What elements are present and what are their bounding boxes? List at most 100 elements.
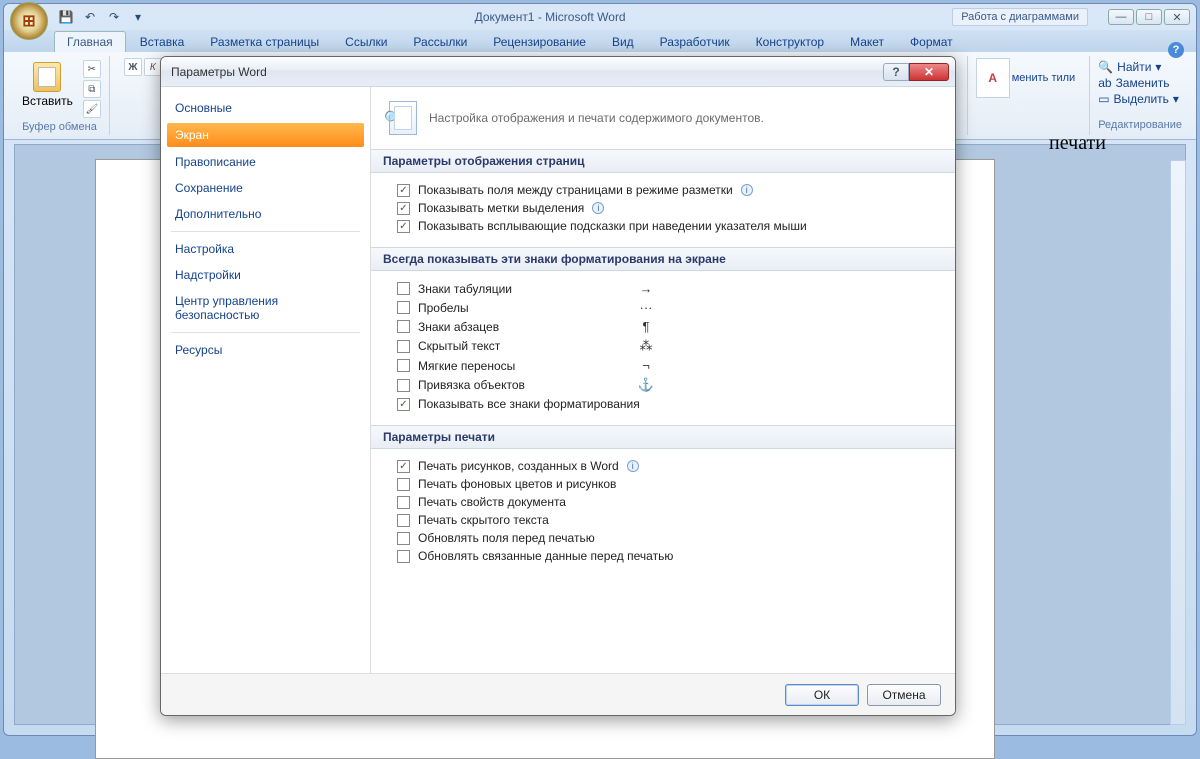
symbol-preview: ⁂ [626,338,666,354]
checkbox[interactable] [397,220,410,233]
option-row: Печать фоновых цветов и рисунков [397,475,941,493]
select-button[interactable]: ▭Выделить▾ [1098,92,1182,106]
checkbox[interactable] [397,550,410,563]
checkbox[interactable] [397,478,410,491]
info-icon[interactable]: i [741,184,753,196]
option-label[interactable]: Печать скрытого текста [418,513,549,527]
checkbox[interactable] [397,202,410,215]
replace-button[interactable]: abЗаменить [1098,76,1182,90]
option-label[interactable]: Скрытый текст [418,339,618,353]
option-label[interactable]: Знаки абзацев [418,320,618,334]
checkbox[interactable] [397,532,410,545]
office-button[interactable]: ⊞ [10,2,48,40]
sidebar-item-4[interactable]: Дополнительно [161,201,370,227]
window-controls: — □ ✕ [1108,9,1190,25]
ribbon-tab-0[interactable]: Главная [54,31,126,52]
dialog-sidebar: ОсновныеЭкранПравописаниеСохранениеДопол… [161,87,371,673]
undo-icon[interactable]: ↶ [80,7,100,27]
option-label[interactable]: Привязка объектов [418,378,618,392]
vertical-scrollbar[interactable] [1170,160,1186,725]
format-painter-icon[interactable]: 🖌 [83,100,101,118]
ribbon-tab-5[interactable]: Рецензирование [481,32,598,52]
sidebar-item-1[interactable]: Экран [167,123,364,147]
save-icon[interactable]: 💾 [56,7,76,27]
option-label[interactable]: Обновлять поля перед печатью [418,531,595,545]
help-icon[interactable]: ? [1168,42,1184,58]
checkbox[interactable] [397,340,410,353]
symbol-preview: → [626,281,666,296]
option-label[interactable]: Знаки табуляции [418,282,618,296]
option-label[interactable]: Печать фоновых цветов и рисунков [418,477,616,491]
option-label[interactable]: Показывать поля между страницами в режим… [418,183,733,197]
sidebar-item-6[interactable]: Надстройки [161,262,370,288]
option-label[interactable]: Печать свойств документа [418,495,566,509]
option-label[interactable]: Печать рисунков, созданных в Word [418,459,619,473]
paste-button[interactable]: Вставить [18,58,77,118]
checkbox[interactable] [397,320,410,333]
ribbon-tab-9[interactable]: Макет [838,32,896,52]
section-print-head: Параметры печати [371,425,955,449]
option-label[interactable]: Обновлять связанные данные перед печатью [418,549,673,563]
ribbon-tab-3[interactable]: Ссылки [333,32,399,52]
ok-button[interactable]: ОК [785,684,859,706]
checkbox[interactable] [397,282,410,295]
ribbon-tab-4[interactable]: Рассылки [401,32,479,52]
option-row: Показывать поля между страницами в режим… [397,181,941,199]
sidebar-item-7[interactable]: Центр управления безопасностью [161,288,370,328]
dialog-titlebar[interactable]: Параметры Word ? ✕ [161,57,955,87]
cancel-button[interactable]: Отмена [867,684,941,706]
styles-gallery-icon[interactable]: A [976,58,1010,98]
checkbox[interactable] [397,460,410,473]
ribbon-tab-10[interactable]: Формат [898,32,965,52]
option-row: Привязка объектов ⚓ [397,375,941,395]
minimize-button[interactable]: — [1108,9,1134,25]
cut-icon[interactable]: ✂ [83,60,101,78]
sidebar-item-5[interactable]: Настройка [161,236,370,262]
clipboard-group: Вставить ✂ ⧉ 🖌 Буфер обмена [10,56,110,135]
checkbox[interactable] [397,514,410,527]
option-label[interactable]: Показывать метки выделения [418,201,584,215]
option-label[interactable]: Мягкие переносы [418,359,618,373]
section-marks-head: Всегда показывать эти знаки форматирован… [371,247,955,271]
checkbox[interactable] [397,379,410,392]
ribbon-tab-1[interactable]: Вставка [128,32,197,52]
close-button[interactable]: ✕ [1164,9,1190,25]
option-label[interactable]: Пробелы [418,301,618,315]
bold-button[interactable]: Ж [124,58,142,76]
option-label[interactable]: Показывать всплывающие подсказки при нав… [418,219,807,233]
symbol-preview: ⚓ [626,377,666,393]
clipboard-group-label: Буфер обмена [18,121,101,133]
sidebar-item-2[interactable]: Правописание [161,149,370,175]
editing-group-label: Редактирование [1098,119,1182,131]
redo-icon[interactable]: ↷ [104,7,124,27]
option-label[interactable]: Показывать все знаки форматирования [418,397,640,411]
ribbon-tab-6[interactable]: Вид [600,32,646,52]
quick-access-toolbar: 💾 ↶ ↷ ▾ [56,7,148,27]
maximize-button[interactable]: □ [1136,9,1162,25]
ribbon-tab-8[interactable]: Конструктор [744,32,836,52]
sidebar-item-3[interactable]: Сохранение [161,175,370,201]
select-icon: ▭ [1098,92,1109,106]
sidebar-item-0[interactable]: Основные [161,95,370,121]
ribbon-tab-7[interactable]: Разработчик [648,32,742,52]
find-button[interactable]: 🔍Найти▾ [1098,60,1182,74]
sidebar-item-8[interactable]: Ресурсы [161,337,370,363]
info-icon[interactable]: i [627,460,639,472]
option-row: Знаки табуляции → [397,279,941,298]
dialog-help-button[interactable]: ? [883,63,909,81]
option-row: Показывать всплывающие подсказки при нав… [397,217,941,235]
checkbox[interactable] [397,398,410,411]
qat-more-icon[interactable]: ▾ [128,7,148,27]
ribbon-tab-2[interactable]: Разметка страницы [198,32,331,52]
section-display-body: Показывать поля между страницами в режим… [371,173,955,247]
checkbox[interactable] [397,359,410,372]
dialog-close-button[interactable]: ✕ [909,63,949,81]
checkbox[interactable] [397,184,410,197]
checkbox[interactable] [397,301,410,314]
context-tab-label: Работа с диаграммами [952,8,1088,26]
info-icon[interactable]: i [592,202,604,214]
copy-icon[interactable]: ⧉ [83,80,101,98]
change-styles-label[interactable]: менить тили [1012,72,1075,84]
symbol-preview: ¬ [626,358,666,373]
checkbox[interactable] [397,496,410,509]
